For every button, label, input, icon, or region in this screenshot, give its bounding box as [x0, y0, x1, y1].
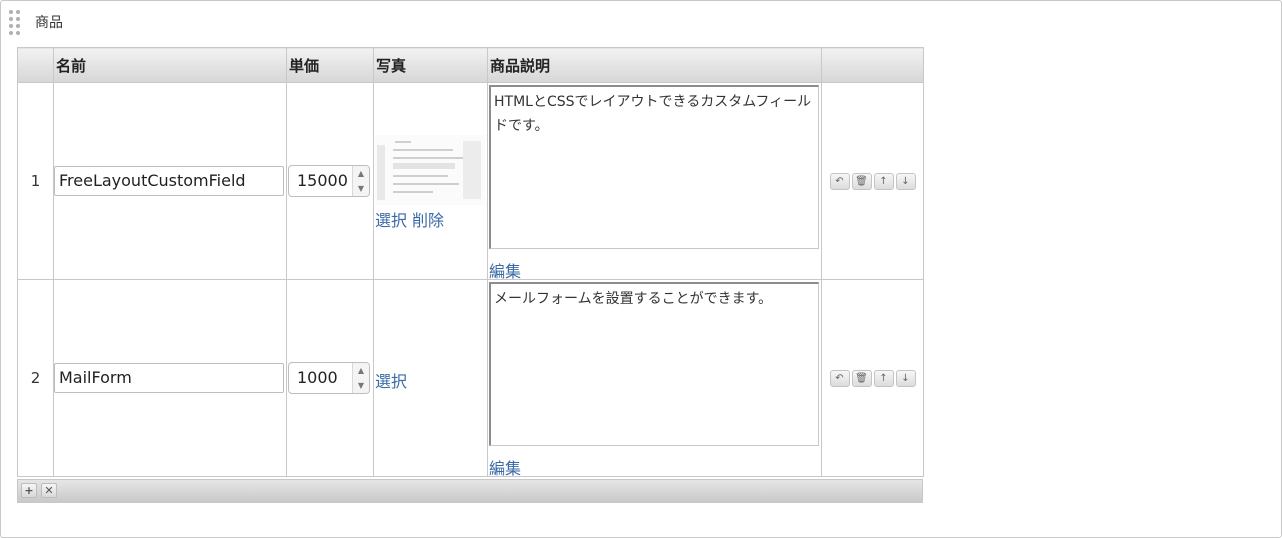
photo-cell: 選択	[373, 279, 488, 477]
table-header-row: 名前 単価 写真 商品説明	[17, 47, 924, 83]
row-number: 1	[17, 82, 54, 280]
delete-photo-link[interactable]: 削除	[412, 211, 444, 230]
name-cell: MailForm	[53, 279, 287, 477]
arrow-down-icon[interactable]: ↓	[895, 369, 916, 387]
header-actions	[821, 47, 924, 83]
price-cell: 15000 ▲ ▼	[286, 82, 374, 280]
name-input[interactable]: FreeLayoutCustomField	[54, 166, 284, 196]
arrow-up-icon[interactable]: ↑	[873, 172, 894, 190]
header-name: 名前	[53, 47, 287, 83]
price-cell: 1000 ▲ ▼	[286, 279, 374, 477]
undo-icon[interactable]: ↶	[829, 369, 850, 387]
undo-icon[interactable]: ↶	[829, 172, 850, 190]
price-value: 15000	[297, 171, 347, 190]
name-cell: FreeLayoutCustomField	[53, 82, 287, 280]
panel-title: 商品	[35, 15, 63, 31]
header-price: 単価	[286, 47, 374, 83]
custom-field-panel: 商品 名前 単価 写真 商品説明 1 FreeLayoutCustomField	[0, 0, 1282, 538]
product-table: 名前 単価 写真 商品説明 1 FreeLayoutCustomField 15…	[17, 47, 924, 479]
description-textarea[interactable]: HTMLとCSSでレイアウトできるカスタムフィールドです。	[489, 85, 819, 249]
price-stepper[interactable]: 1000 ▲ ▼	[288, 362, 370, 394]
trash-icon[interactable]: 🗑	[851, 172, 872, 190]
spin-up-icon[interactable]: ▲	[353, 166, 369, 181]
photo-thumbnail	[375, 135, 485, 205]
header-num	[17, 47, 54, 83]
close-icon[interactable]: ✕	[41, 483, 57, 498]
arrow-up-icon[interactable]: ↑	[873, 369, 894, 387]
drag-handle-icon[interactable]	[9, 10, 21, 35]
table-footer: + ✕	[17, 479, 923, 503]
arrow-down-icon[interactable]: ↓	[895, 172, 916, 190]
price-stepper[interactable]: 15000 ▲ ▼	[288, 165, 370, 197]
plus-icon[interactable]: +	[21, 483, 37, 498]
spin-down-icon[interactable]: ▼	[353, 181, 369, 196]
actions-cell: ↶ 🗑 ↑ ↓	[821, 279, 924, 477]
spin-down-icon[interactable]: ▼	[353, 378, 369, 393]
header-photo: 写真	[373, 47, 488, 83]
spin-up-icon[interactable]: ▲	[353, 363, 369, 378]
description-cell: HTMLとCSSでレイアウトできるカスタムフィールドです。 編集	[487, 82, 822, 282]
description-textarea[interactable]: メールフォームを設置することができます。	[489, 282, 819, 446]
edit-description-link[interactable]: 編集	[489, 455, 521, 479]
name-input[interactable]: MailForm	[54, 363, 284, 393]
table-row: 2 MailForm 1000 ▲ ▼ 選択 メールフォームを設置することができ…	[17, 279, 924, 479]
table-row: 1 FreeLayoutCustomField 15000 ▲ ▼ 選択 削除 …	[17, 82, 924, 282]
select-photo-link[interactable]: 選択	[375, 211, 407, 230]
trash-icon[interactable]: 🗑	[851, 369, 872, 387]
price-value: 1000	[297, 368, 338, 387]
header-description: 商品説明	[487, 47, 822, 83]
row-number: 2	[17, 279, 54, 477]
actions-cell: ↶ 🗑 ↑ ↓	[821, 82, 924, 280]
edit-description-link[interactable]: 編集	[489, 258, 521, 282]
photo-cell: 選択 削除	[373, 82, 488, 280]
description-cell: メールフォームを設置することができます。 編集	[487, 279, 822, 479]
select-photo-link[interactable]: 選択	[375, 372, 407, 391]
